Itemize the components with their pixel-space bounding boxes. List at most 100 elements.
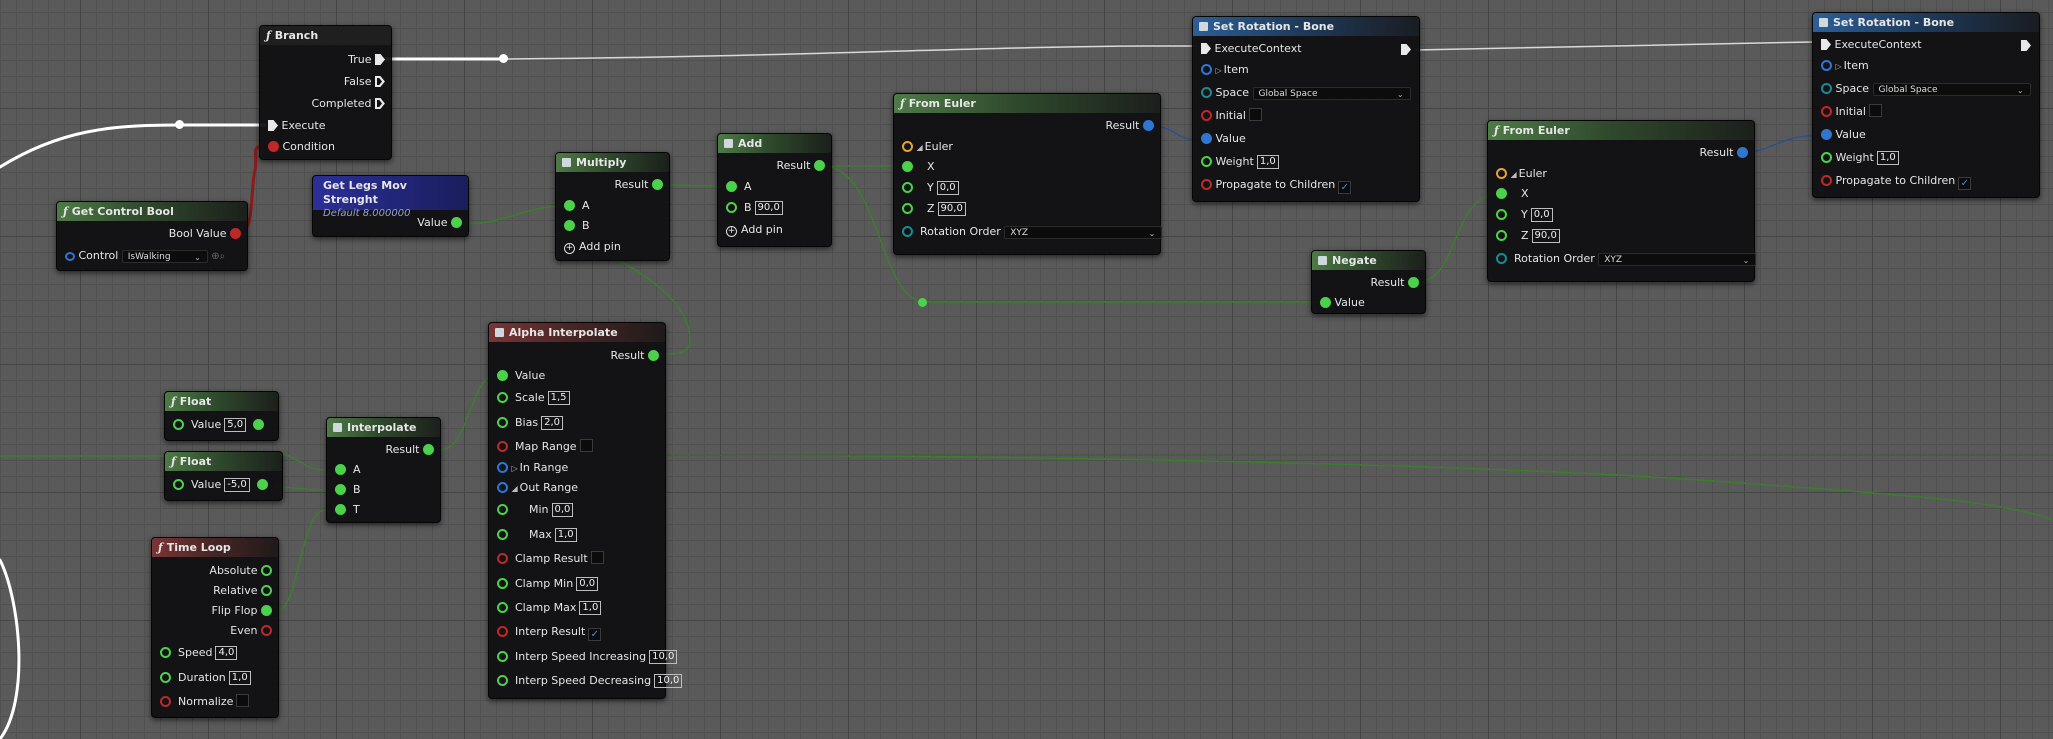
clamp-max-field[interactable]: 1,0 [579, 601, 602, 615]
normalize-checkbox[interactable] [236, 694, 250, 707]
alpha-map-range-pin[interactable]: Map Range [497, 439, 593, 455]
item-pin[interactable]: ▷ Item [1201, 62, 1249, 78]
float-pin-icon[interactable] [814, 160, 825, 171]
get-legs-variable-node[interactable]: Get Legs Mov Strenght Default 8.000000 V… [312, 175, 469, 237]
float-pin-icon[interactable] [160, 647, 171, 658]
time-loop-node[interactable]: ƒ Time Loop Absolute Relative Flip Flop E… [151, 537, 279, 718]
struct-pin-icon[interactable] [1143, 120, 1154, 131]
alpha-interpolate-node[interactable]: Alpha Interpolate Result Value Scale 1,5 … [488, 322, 683, 699]
branch-completed-pin[interactable]: Completed [312, 96, 386, 112]
float-pin-icon[interactable] [261, 565, 272, 576]
float-node-2[interactable]: ƒ Float Value -5,0 [164, 451, 283, 501]
interpolate-header[interactable]: Interpolate [327, 418, 440, 437]
time-loop-header[interactable]: ƒ Time Loop [152, 538, 278, 557]
float-pin-icon[interactable] [497, 504, 508, 515]
multiply-node[interactable]: Multiply Result A B + Add pin [555, 152, 670, 261]
float-pin-icon[interactable] [497, 602, 508, 613]
get-control-bool-node[interactable]: ƒ Get Control Bool Bool Value Control IsW… [56, 201, 248, 271]
float-pin-icon[interactable] [497, 578, 508, 589]
weight-pin[interactable]: Weight 1,0 [1201, 154, 1279, 170]
add-b-pin[interactable]: B 90,0 [726, 200, 783, 216]
branch-false-pin[interactable]: False [344, 74, 385, 90]
alpha-in-range-pin[interactable]: ▷ In Range [497, 460, 568, 476]
space-pin[interactable]: Space Global Space ⌄ [1821, 81, 2031, 97]
negate-node[interactable]: Negate Result Value [1311, 250, 1426, 314]
time-loop-relative-pin[interactable]: Relative [213, 583, 272, 599]
struct-pin-icon[interactable] [1201, 133, 1212, 144]
float-pin-icon[interactable] [497, 675, 508, 686]
initial-pin[interactable]: Initial [1821, 104, 1882, 120]
multiply-result-pin[interactable]: Result [615, 177, 663, 193]
enum-pin-icon[interactable] [1496, 253, 1507, 264]
from-euler-node-1[interactable]: ƒ From Euler Result ◢ Euler X Y 0,0 Z 90,0 R… [893, 93, 1163, 255]
from-euler-node-2[interactable]: ƒ From Euler Result ◢ Euler X Y 0,0 Z 90,0 R… [1487, 120, 1757, 282]
float-pin-icon[interactable] [497, 529, 508, 540]
item-pin[interactable]: ▷ Item [1821, 58, 1869, 74]
add-b-field[interactable]: 90,0 [754, 201, 783, 215]
bool-pin-icon[interactable] [1821, 175, 1832, 186]
alpha-min-pin[interactable]: Min 0,0 [497, 502, 574, 518]
from-euler-y-field[interactable]: 0,0 [936, 181, 959, 195]
float-value-field[interactable]: 5,0 [224, 418, 247, 432]
reroute-dot-exec-1[interactable] [175, 120, 184, 129]
collapse-icon[interactable]: ◢ [1511, 170, 1517, 179]
alpha-clamp-max-pin[interactable]: Clamp Max 1,0 [497, 600, 602, 616]
branch-execute-pin[interactable]: Execute [268, 118, 326, 134]
float-value-field[interactable]: -5,0 [224, 478, 250, 492]
from-euler-rotation-order[interactable]: Rotation Order XYZ ⌄ [902, 224, 1163, 240]
clamp-min-field[interactable]: 0,0 [576, 577, 599, 591]
exec-out-pin-icon[interactable] [2021, 40, 2031, 51]
float-pin-icon[interactable] [902, 161, 913, 172]
float-pin-icon[interactable] [423, 444, 434, 455]
space-dropdown[interactable]: Global Space ⌄ [1872, 83, 2031, 96]
float-pin-icon[interactable] [726, 181, 737, 192]
float-pin-icon[interactable] [726, 202, 737, 213]
from-euler-y-field[interactable]: 0,0 [1530, 208, 1553, 222]
negate-header[interactable]: Negate [1312, 251, 1425, 270]
rotation-order-dropdown[interactable]: XYZ ⌄ [1598, 253, 1757, 266]
float-pin-icon[interactable] [451, 217, 462, 228]
negate-result-pin[interactable]: Result [1371, 275, 1419, 291]
float-pin-icon[interactable] [564, 220, 575, 231]
weight-field[interactable]: 1,0 [1876, 151, 1899, 165]
float-pin-icon[interactable] [1496, 230, 1507, 241]
clamp-result-checkbox[interactable] [590, 551, 604, 564]
interp-speed-dec-field[interactable]: 10,0 [654, 674, 683, 688]
float-pin-icon[interactable] [1320, 297, 1331, 308]
from-euler-euler-pin[interactable]: ◢ Euler [902, 139, 953, 155]
multiply-header[interactable]: Multiply [556, 153, 669, 172]
execute-context-pin[interactable]: ExecuteContext [1821, 37, 2031, 53]
add-header[interactable]: Add [718, 134, 831, 153]
enum-pin-icon[interactable] [1821, 83, 1832, 94]
struct-pin-icon[interactable] [1201, 64, 1212, 75]
set-rotation-bone-node-1[interactable]: Set Rotation - Bone ExecuteContext ▷ Item… [1192, 16, 1420, 202]
speed-field[interactable]: 4,0 [215, 646, 238, 660]
from-euler-result-pin[interactable]: Result [1700, 145, 1748, 161]
from-euler-y-pin[interactable]: Y 0,0 [1496, 207, 1553, 223]
interp-result-checkbox[interactable]: ✓ [588, 628, 602, 641]
get-control-bool-header[interactable]: ƒ Get Control Bool [57, 202, 247, 221]
add-add-pin-button[interactable]: + Add pin [726, 222, 783, 238]
map-range-checkbox[interactable] [579, 439, 593, 452]
float-pin-icon[interactable] [497, 651, 508, 662]
control-input[interactable]: Control IsWalking ⌄ ⊕⌕ [65, 248, 225, 264]
from-euler-z-field[interactable]: 90,0 [937, 202, 966, 216]
from-euler-result-pin[interactable]: Result [1106, 118, 1154, 134]
struct-pin-icon[interactable] [497, 462, 508, 473]
float-pin-icon[interactable] [261, 585, 272, 596]
from-euler-euler-pin[interactable]: ◢ Euler [1496, 166, 1547, 182]
from-euler-header[interactable]: ƒ From Euler [1488, 121, 1754, 140]
set-rotation-bone-node-2[interactable]: Set Rotation - Bone ExecuteContext ▷ Item… [1812, 12, 2040, 198]
float-pin-icon[interactable] [253, 419, 265, 430]
float-pin-icon[interactable] [1821, 152, 1832, 163]
value-pin[interactable]: Value [1201, 131, 1246, 147]
propagate-checkbox[interactable]: ✓ [1958, 177, 1972, 190]
name-pin-icon[interactable] [65, 252, 75, 261]
alpha-result-pin[interactable]: Result [611, 348, 659, 364]
enum-pin-icon[interactable] [1201, 87, 1212, 98]
time-loop-speed-pin[interactable]: Speed 4,0 [160, 645, 238, 661]
vector-pin-icon[interactable] [1496, 168, 1507, 179]
float-pin-icon[interactable] [1496, 209, 1507, 220]
initial-pin[interactable]: Initial [1201, 108, 1262, 124]
bool-pin-icon[interactable] [1201, 179, 1212, 190]
